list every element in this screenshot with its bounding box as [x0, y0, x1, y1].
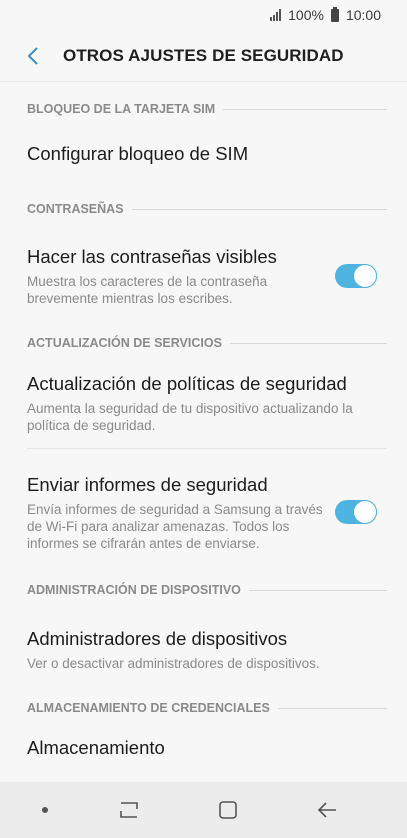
section-label: BLOQUEO DE LA TARJETA SIM: [27, 102, 216, 116]
recent-apps-icon: [120, 802, 138, 818]
signal-icon: [270, 9, 282, 21]
section-label: ALMACENAMIENTO DE CREDENCIALES: [27, 701, 270, 715]
section-header-services: ACTUALIZACIÓN DE SERVICIOS: [0, 328, 407, 358]
status-bar: 100% 10:00: [0, 0, 407, 30]
section-label: ACTUALIZACIÓN DE SERVICIOS: [27, 336, 222, 350]
section-header-device-admin: ADMINISTRACIÓN DE DISPOSITIVO: [0, 575, 407, 605]
section-header-passwords: CONTRASEÑAS: [0, 194, 407, 224]
send-security-reports-item[interactable]: Enviar informes de seguridad Envía infor…: [0, 449, 407, 575]
configure-sim-lock-item[interactable]: Configurar bloqueo de SIM: [0, 124, 407, 184]
device-administrators-item[interactable]: Administradores de dispositivos Ver o de…: [0, 605, 407, 693]
home-icon: [219, 801, 237, 819]
app-header: OTROS AJUSTES DE SEGURIDAD: [0, 30, 407, 82]
item-title: Hacer las contraseñas visibles: [27, 246, 277, 267]
back-button[interactable]: [309, 792, 345, 828]
item-title: Administradores de dispositivos: [27, 627, 288, 649]
item-description: Ver o desactivar administradores de disp…: [27, 655, 320, 671]
item-title: Almacenamiento: [27, 737, 165, 758]
show-passwords-item[interactable]: Hacer las contraseñas visibles Muestra l…: [0, 224, 407, 328]
section-header-sim: BLOQUEO DE LA TARJETA SIM: [0, 94, 407, 124]
credential-storage-item[interactable]: Almacenamiento: [0, 723, 407, 773]
show-passwords-toggle[interactable]: [335, 264, 377, 288]
battery-icon: [330, 6, 339, 22]
section-header-credentials: ALMACENAMIENTO DE CREDENCIALES: [0, 693, 407, 723]
recent-apps-button[interactable]: [111, 792, 147, 828]
send-reports-toggle[interactable]: [335, 500, 377, 524]
security-policy-update-item[interactable]: Actualización de políticas de seguridad …: [0, 358, 407, 448]
back-nav-icon: [318, 802, 337, 818]
item-description: Muestra los caracteres de la contraseña …: [27, 274, 268, 306]
item-title: Configurar bloqueo de SIM: [27, 143, 249, 164]
item-description: Aumenta la seguridad de tu dispositivo a…: [27, 401, 353, 433]
nav-dot-icon: [41, 807, 48, 813]
back-arrow-icon[interactable]: [22, 45, 44, 67]
section-label: CONTRASEÑAS: [27, 202, 124, 216]
navigation-bar: [0, 782, 407, 838]
item-title: Enviar informes de seguridad: [27, 473, 268, 495]
page-title: OTROS AJUSTES DE SEGURIDAD: [63, 45, 344, 65]
clock: 10:00: [345, 7, 381, 23]
battery-percent: 100%: [288, 7, 324, 23]
home-button[interactable]: [210, 792, 246, 828]
section-label: ADMINISTRACIÓN DE DISPOSITIVO: [27, 583, 241, 597]
item-description: Envía informes de seguridad a Samsung a …: [27, 501, 323, 551]
item-title: Actualización de políticas de seguridad: [27, 373, 347, 394]
